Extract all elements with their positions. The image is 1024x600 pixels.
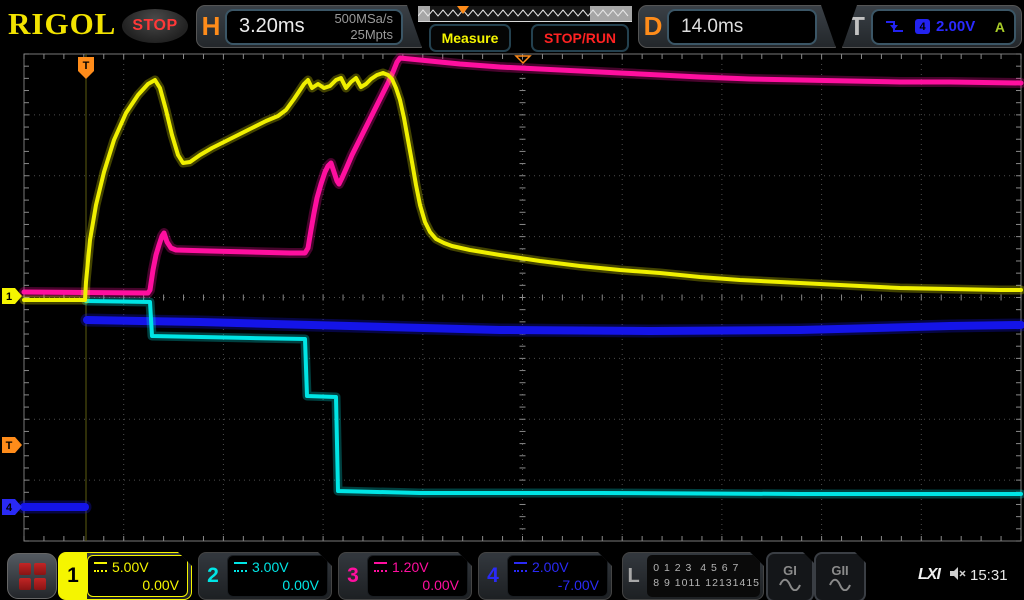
svg-text:T: T [6, 440, 13, 452]
generator-2-button[interactable]: GII [814, 552, 866, 600]
channel-4-number: 4 [479, 553, 507, 599]
delay-box: 14.0ms [667, 9, 817, 45]
trigger-source-badge: 4 [915, 19, 930, 34]
channel-1-offset: 0.00V [94, 577, 179, 593]
channel-2-box[interactable]: 2 3.00V 0.00V [198, 552, 332, 600]
memory-position-bar[interactable] [418, 6, 632, 22]
speaker-muted-icon [949, 566, 967, 581]
channel-2-number: 2 [199, 553, 227, 599]
generator-1-button[interactable]: GI [766, 552, 814, 600]
oscilloscope-screen: 1 T 4 T RIGOL STOP H 3.20ms 500MSa/s 25Mpts… [0, 0, 1024, 600]
generator-1-label: GI [783, 564, 797, 577]
timebase-value: 3.20ms [227, 15, 305, 38]
trigger-settings[interactable]: T 4 2.00V A [842, 5, 1022, 48]
menu-grid-icon [19, 563, 46, 590]
channel-1-scale: 5.00V [112, 559, 149, 575]
horizontal-settings[interactable]: H 3.20ms 500MSa/s 25Mpts [196, 5, 422, 48]
memory-depth: 25Mpts [334, 27, 393, 43]
horizontal-label: H [197, 11, 225, 42]
channel-3-scale: 1.20V [392, 559, 429, 575]
channel-2-offset: 0.00V [234, 577, 319, 593]
svg-text:T: T [83, 60, 90, 72]
sine-wave-icon [778, 577, 802, 591]
sample-rate: 500MSa/s [334, 11, 393, 27]
timebase-box: 3.20ms 500MSa/s 25Mpts [225, 9, 403, 45]
channel-3-coupling-icon [374, 562, 387, 572]
delay-settings[interactable]: D 14.0ms [638, 5, 836, 48]
channel-4-scale: 2.00V [532, 559, 569, 575]
channel-3-offset: 0.00V [374, 577, 459, 593]
stop-run-label: STOP/RUN [544, 30, 616, 46]
memory-trigger-marker [457, 6, 469, 14]
svg-text:1: 1 [6, 291, 12, 303]
clock: 15:31 [970, 567, 1008, 584]
logic-analyzer-box[interactable]: L 0 1 2 3 4 5 6 7 8 9 1011 12131415 [622, 552, 764, 600]
measure-button[interactable]: Measure [429, 24, 511, 52]
delay-label: D [639, 11, 667, 42]
generator-2-label: GII [831, 564, 848, 577]
digital-channels-row1: 0 1 2 3 4 5 6 7 [653, 561, 760, 576]
channel-2-coupling-icon [234, 562, 247, 572]
trigger-slope-falling-icon [885, 19, 905, 34]
rigol-logo: RIGOL [8, 6, 116, 42]
run-state-badge: STOP [122, 9, 188, 43]
digital-channels-row2: 8 9 1011 12131415 [653, 576, 760, 591]
delay-value: 14.0ms [669, 16, 743, 38]
trigger-sweep-mode: A [995, 19, 1014, 35]
channel-3-number: 3 [339, 553, 367, 599]
stop-run-button[interactable]: STOP/RUN [531, 24, 629, 52]
channel-1-coupling-icon [94, 562, 107, 572]
run-state-label: STOP [132, 17, 177, 35]
channel-3-box[interactable]: 3 1.20V 0.00V [338, 552, 472, 600]
measure-label: Measure [442, 30, 499, 46]
waveform-display: 1 T 4 T [0, 0, 1024, 600]
logic-analyzer-label: L [623, 553, 644, 599]
channel-1-box[interactable]: 1 5.00V 0.00V [58, 552, 192, 600]
channel-4-offset: -7.00V [514, 577, 599, 593]
lxi-status: LXI [918, 566, 940, 584]
trigger-level-value: 2.00V [936, 18, 975, 35]
channel-1-number: 1 [59, 553, 87, 599]
channel-2-scale: 3.00V [252, 559, 289, 575]
channel-4-box[interactable]: 4 2.00V -7.00V [478, 552, 612, 600]
svg-text:4: 4 [6, 502, 13, 514]
trigger-box: 4 2.00V A [871, 9, 1016, 45]
sine-wave-icon [828, 577, 852, 591]
channel-4-coupling-icon [514, 562, 527, 572]
main-menu-button[interactable] [7, 553, 57, 599]
memory-waveform-icon [418, 6, 632, 21]
